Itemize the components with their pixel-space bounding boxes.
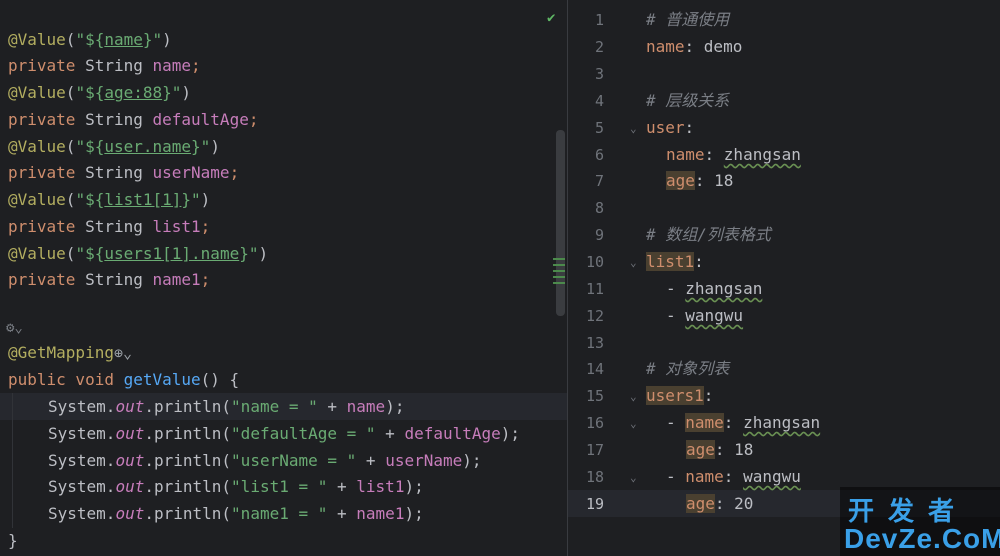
line-number: 15: [585, 387, 604, 405]
fold-arrow-icon[interactable]: ⌄: [630, 417, 637, 430]
yaml-line: - wangwu: [666, 306, 744, 325]
yaml-comment: # 层级关系: [646, 91, 730, 110]
line-number: 8: [594, 199, 604, 217]
code-line: System.out.println("defaultAge = " + def…: [48, 424, 521, 443]
yaml-comment: # 普通使用: [646, 10, 730, 29]
indent-guide: [12, 393, 13, 528]
code-line: System.out.println("name = " + name);: [48, 397, 405, 416]
fold-arrow-icon[interactable]: ⌄: [630, 390, 637, 403]
code-line: private String name;: [8, 56, 201, 75]
line-number: 6: [594, 146, 604, 164]
check-icon: ✔: [547, 10, 556, 26]
line-number: 13: [585, 334, 604, 352]
line-number: 10: [585, 253, 604, 271]
code-line: @Value("${user.name}"): [8, 137, 220, 156]
line-number: 3: [594, 65, 604, 83]
yaml-line: age: 18: [686, 440, 754, 459]
code-line: }: [8, 531, 18, 550]
code-line: System.out.println("list1 = " + list1);: [48, 477, 424, 496]
line-number: 12: [585, 307, 604, 325]
globe-icon[interactable]: ⊕⌄: [114, 344, 132, 362]
change-markers: [553, 258, 565, 288]
yaml-line: list1:: [646, 252, 704, 271]
scrollbar[interactable]: [556, 130, 565, 316]
line-number: 1: [594, 11, 604, 29]
yaml-comment: # 对象列表: [646, 359, 730, 378]
code-line: @Value("${users1[1].name}"): [8, 244, 269, 263]
fold-arrow-icon[interactable]: ⌄: [630, 122, 637, 135]
code-line: private String defaultAge;: [8, 110, 259, 129]
yaml-editor[interactable]: 1 2 3 4 5 6 7 8 9 10 11 12 13 14 15 16 17 18 19 ⌄ ⌄ ⌄ ⌄ ⌄ …: [568, 0, 1000, 556]
fold-arrow-icon[interactable]: ⌄: [630, 256, 637, 269]
code-line: @Value("${age:88}"): [8, 83, 192, 102]
code-line: private String name1;: [8, 270, 211, 289]
yaml-line: age: 18: [666, 171, 734, 190]
java-editor[interactable]: ✔ @Value("${name}") private String name;…: [0, 0, 567, 556]
yaml-line: user:: [646, 118, 695, 137]
line-number: 7: [594, 172, 604, 190]
yaml-comment: # 数组/列表格式: [646, 225, 771, 244]
code-line: @Value("${name}"): [8, 30, 172, 49]
line-number: 14: [585, 360, 604, 378]
devze-watermark-logo: 开发者 DevZe.CoM: [840, 487, 1000, 556]
code-line: private String userName;: [8, 163, 240, 182]
line-number: 9: [594, 226, 604, 244]
code-line: @Value("${list1[1]}"): [8, 190, 211, 209]
yaml-line: - name: wangwu: [666, 467, 801, 486]
code-line: System.out.println("userName = " + userN…: [48, 451, 482, 470]
yaml-line: - name: zhangsan: [666, 413, 821, 432]
fold-arrow-icon[interactable]: ⌄: [630, 471, 637, 484]
code-line: System.out.println("name1 = " + name1);: [48, 504, 424, 523]
line-number: 17: [585, 441, 604, 459]
code-line: @GetMapping⊕⌄: [8, 343, 133, 362]
line-number: 5: [594, 119, 604, 137]
yaml-line: users1:: [646, 386, 714, 405]
yaml-line: age: 20: [686, 494, 754, 513]
line-number: 11: [585, 280, 604, 298]
code-line: public void getValue() {: [8, 370, 240, 389]
code-line: private String list1;: [8, 217, 211, 236]
line-number: 18: [585, 468, 604, 486]
spring-bean-icon[interactable]: ⚙⌄: [6, 315, 23, 341]
line-number: 16: [585, 414, 604, 432]
yaml-line: name: demo: [646, 37, 743, 56]
yaml-line: name: zhangsan: [666, 145, 801, 164]
yaml-line: - zhangsan: [666, 279, 763, 298]
line-number: 4: [594, 92, 604, 110]
line-number: 19: [585, 495, 604, 513]
line-number: 2: [594, 38, 604, 56]
